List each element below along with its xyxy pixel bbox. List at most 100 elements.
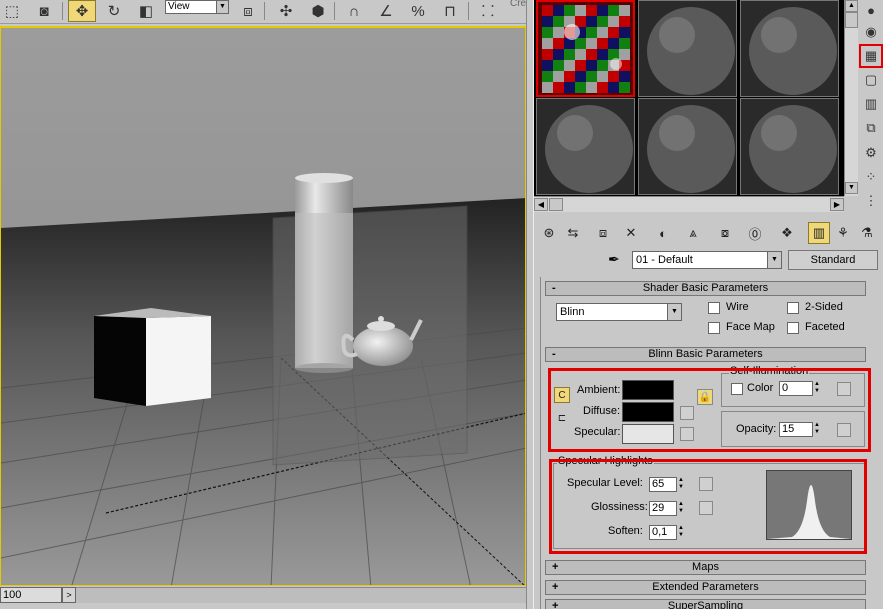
face-map-label: Face Map: [726, 321, 775, 333]
expand-sign: +: [552, 600, 559, 609]
maps-rollout-header[interactable]: + Maps: [545, 560, 866, 575]
blinn-basic-rollout-header[interactable]: - Blinn Basic Parameters: [545, 347, 866, 362]
select-and-scale-icon[interactable]: ◧: [132, 0, 160, 22]
reference-coordinate-dropdown[interactable]: View ▼: [165, 0, 229, 14]
show-map-in-viewport-icon[interactable]: ❖: [776, 222, 798, 244]
slots-vertical-scrollbar[interactable]: ▲ ▼: [844, 0, 858, 196]
select-and-rotate-icon[interactable]: ↻: [100, 0, 128, 22]
slots-horizontal-scrollbar[interactable]: ◀ ▶: [534, 196, 844, 212]
main-toolbar: ⬚ ◙ ✥ ↻ ◧ View ▼ ⧈ ✣ ⬢ ∩ ∠ % ⊓ ⸬ Cre: [0, 0, 528, 24]
material-name-value: 01 - Default: [636, 254, 693, 266]
viewport-scene[interactable]: [1, 28, 526, 586]
make-unique-icon[interactable]: ⩓: [682, 222, 704, 244]
supersampling-rollout-header[interactable]: + SuperSampling: [545, 599, 866, 609]
material-name-field[interactable]: 01 - Default ▼: [632, 251, 782, 269]
sphere-preview: [545, 105, 633, 193]
sample-slot-1[interactable]: [536, 0, 635, 97]
material-effects-channel-icon[interactable]: ⓪: [744, 222, 766, 244]
material-parameters-panel: - Shader Basic Parameters Blinn ▼ Wire 2…: [540, 277, 873, 609]
extended-parameters-rollout-header[interactable]: + Extended Parameters: [545, 580, 866, 595]
show-end-result-icon[interactable]: ▥: [808, 222, 830, 244]
window-crossing-icon[interactable]: ◙: [32, 0, 56, 22]
background-checker-icon[interactable]: ▦: [859, 44, 883, 68]
two-sided-checkbox[interactable]: [787, 302, 799, 314]
make-copy-icon[interactable]: ◐: [652, 222, 674, 244]
toolbar-separator: [468, 2, 469, 20]
go-to-parent-icon[interactable]: ⚘: [832, 222, 854, 244]
supersampling-title: SuperSampling: [667, 600, 744, 609]
wire-checkbox[interactable]: [708, 302, 720, 314]
box-dark-face: [94, 316, 146, 406]
faceted-checkbox[interactable]: [787, 322, 799, 334]
collapse-sign: -: [552, 348, 556, 360]
highlight-basic-params: [548, 368, 871, 452]
highlight-specular-group: [549, 459, 867, 554]
sample-slot-2[interactable]: [638, 0, 737, 97]
pick-material-eyedropper-icon[interactable]: ✒: [608, 251, 620, 268]
scroll-up-icon[interactable]: ▲: [845, 0, 858, 12]
reference-coordinate-value: View: [168, 1, 190, 12]
panel-divider[interactable]: [526, 0, 534, 609]
expand-sign: +: [552, 581, 559, 593]
scroll-thumb[interactable]: [845, 12, 858, 28]
get-material-icon[interactable]: ⊛: [538, 222, 560, 244]
chevron-down-icon[interactable]: ▼: [216, 1, 228, 13]
time-slider-frame[interactable]: 100: [0, 587, 62, 603]
scroll-thumb[interactable]: [549, 198, 563, 211]
assign-to-selection-icon[interactable]: ⧈: [592, 222, 614, 244]
scroll-down-icon[interactable]: ▼: [845, 182, 858, 194]
sample-slot-5[interactable]: [638, 98, 737, 195]
sample-slot-4[interactable]: [536, 98, 635, 195]
perspective-viewport[interactable]: [0, 26, 526, 586]
spinner-snap-icon[interactable]: ⊓: [438, 0, 462, 22]
face-map-checkbox[interactable]: [708, 322, 720, 334]
shader-type-dropdown[interactable]: Blinn ▼: [556, 303, 682, 321]
shader-type-value: Blinn: [560, 306, 585, 318]
box-lit-face: [146, 316, 211, 406]
material-editor-toolbar: ⊛ ⇆ ⧈ ✕ ◐ ⩓ ⧇ ⓪ ❖ ▥ ⚘ ⚗: [534, 220, 883, 246]
sample-slot-6[interactable]: [740, 98, 839, 195]
sphere-preview: [749, 7, 837, 95]
put-to-scene-icon[interactable]: ⇆: [562, 222, 584, 244]
keyboard-shortcut-icon[interactable]: ⬢: [306, 0, 330, 22]
uv-tiling-icon[interactable]: ▢: [861, 70, 881, 90]
select-and-manipulate-icon[interactable]: ✣: [274, 0, 298, 22]
select-by-material-icon[interactable]: ⁘: [861, 167, 881, 187]
video-color-check-icon[interactable]: ▥: [861, 94, 881, 114]
edit-named-selection-icon[interactable]: ⸬: [476, 0, 500, 22]
go-forward-to-sibling-icon[interactable]: ⚗: [856, 222, 878, 244]
maps-title: Maps: [692, 561, 719, 573]
options-icon[interactable]: ⚙: [861, 143, 881, 163]
two-sided-label: 2-Sided: [805, 301, 843, 313]
reset-material-icon[interactable]: ✕: [620, 222, 642, 244]
pivot-center-icon[interactable]: ⧈: [236, 0, 260, 22]
toolbar-separator: [62, 2, 63, 20]
select-region-icon[interactable]: ⬚: [0, 0, 24, 22]
checker-sphere-preview: [538, 2, 633, 95]
time-slider-bar: 100 >: [0, 586, 528, 609]
shader-basic-rollout-header[interactable]: - Shader Basic Parameters: [545, 281, 866, 296]
chevron-down-icon[interactable]: ▼: [667, 304, 681, 320]
select-and-move-icon[interactable]: ✥: [68, 0, 96, 22]
named-selection-field[interactable]: Cre: [510, 0, 526, 9]
backlight-icon[interactable]: ◉: [861, 22, 881, 42]
material-navigator-icon[interactable]: ⋮: [861, 191, 881, 211]
sphere-preview: [647, 105, 735, 193]
material-type-button[interactable]: Standard: [788, 250, 878, 270]
sample-slot-3[interactable]: [740, 0, 839, 97]
shader-basic-title: Shader Basic Parameters: [642, 282, 769, 294]
scroll-left-icon[interactable]: ◀: [534, 198, 548, 211]
sample-slots: [534, 0, 844, 196]
next-frame-button[interactable]: >: [62, 587, 76, 603]
make-preview-icon[interactable]: ⧉: [861, 118, 881, 138]
chevron-down-icon[interactable]: ▼: [767, 252, 781, 268]
time-slider-track[interactable]: [76, 587, 526, 603]
expand-sign: +: [552, 561, 559, 573]
percent-snap-icon[interactable]: %: [406, 0, 430, 22]
sample-type-icon[interactable]: ●: [861, 0, 881, 20]
scroll-right-icon[interactable]: ▶: [830, 198, 844, 211]
wire-label: Wire: [726, 301, 749, 313]
angle-snap-icon[interactable]: ∠: [374, 0, 398, 22]
put-to-library-icon[interactable]: ⧇: [714, 222, 736, 244]
snap-toggle-icon[interactable]: ∩: [342, 0, 366, 22]
